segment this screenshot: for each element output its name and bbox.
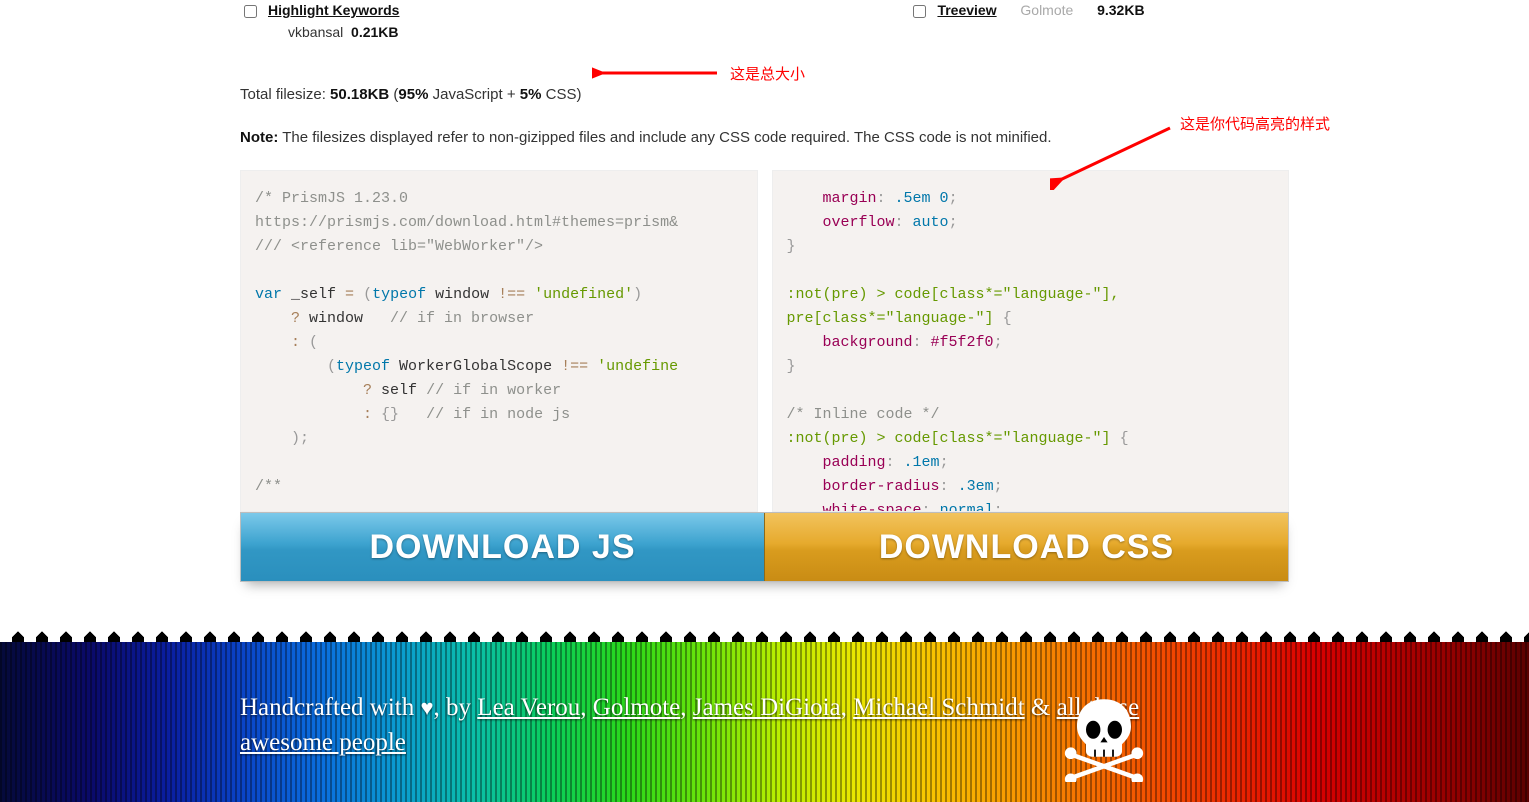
footer-link-michael-schmidt[interactable]: Michael Schmidt: [853, 694, 1025, 721]
total-css-pct: 5%: [520, 86, 542, 103]
plugin-highlight-keywords: Highlight Keywords: [240, 2, 399, 21]
js-code-pane[interactable]: /* PrismJS 1.23.0 https://prismjs.com/do…: [240, 170, 758, 512]
plugin-size: 0.21KB: [351, 24, 398, 40]
footer-link-lea-verou[interactable]: Lea Verou: [477, 694, 580, 721]
skull-crossbones-icon: [1059, 692, 1149, 782]
plugin-size: 9.32KB: [1097, 2, 1144, 18]
note-label: Note:: [240, 129, 278, 146]
css-code: margin: .5em 0; overflow: auto; } :not(p…: [773, 171, 1289, 512]
plugin-checkbox-treeview[interactable]: [913, 5, 926, 18]
plugin-meta: vkbansal 0.21KB: [288, 24, 399, 40]
download-css-button[interactable]: DOWNLOAD CSS: [765, 513, 1288, 581]
total-size: 50.18KB: [330, 86, 389, 103]
heart-icon: ♥: [420, 695, 433, 720]
footer-link-golmote[interactable]: Golmote: [593, 694, 681, 721]
footer-zigzag: [0, 624, 1529, 642]
filesize-note: Note: The filesizes displayed refer to n…: [240, 129, 1289, 146]
plugin-treeview: Treeview Golmote 9.32KB: [909, 2, 1144, 21]
footer-credits: Handcrafted with ♥, by Lea Verou, Golmot…: [240, 690, 1149, 760]
footer: Handcrafted with ♥, by Lea Verou, Golmot…: [0, 642, 1529, 802]
js-code: /* PrismJS 1.23.0 https://prismjs.com/do…: [241, 171, 757, 512]
footer-link-james-digioia[interactable]: James DiGioia: [693, 694, 841, 721]
plugin-author: vkbansal: [288, 24, 343, 40]
total-filesize-line: Total filesize: 50.18KB (95% JavaScript …: [240, 86, 1289, 103]
plugin-row: Highlight Keywords vkbansal 0.21KB Treev…: [240, 0, 1289, 40]
plugin-checkbox-highlight-keywords[interactable]: [244, 5, 257, 18]
plugin-author: Golmote: [1020, 2, 1073, 18]
plugin-name[interactable]: Highlight Keywords: [268, 2, 399, 18]
code-preview-panes: /* PrismJS 1.23.0 https://prismjs.com/do…: [240, 170, 1289, 512]
total-js-pct: 95%: [398, 86, 428, 103]
css-code-pane[interactable]: margin: .5em 0; overflow: auto; } :not(p…: [772, 170, 1290, 512]
plugin-name[interactable]: Treeview: [937, 2, 996, 18]
note-text: The filesizes displayed refer to non-giz…: [278, 129, 1051, 146]
download-js-button[interactable]: DOWNLOAD JS: [241, 513, 765, 581]
total-prefix: Total filesize:: [240, 86, 330, 103]
download-buttons: DOWNLOAD JS DOWNLOAD CSS: [240, 512, 1289, 582]
